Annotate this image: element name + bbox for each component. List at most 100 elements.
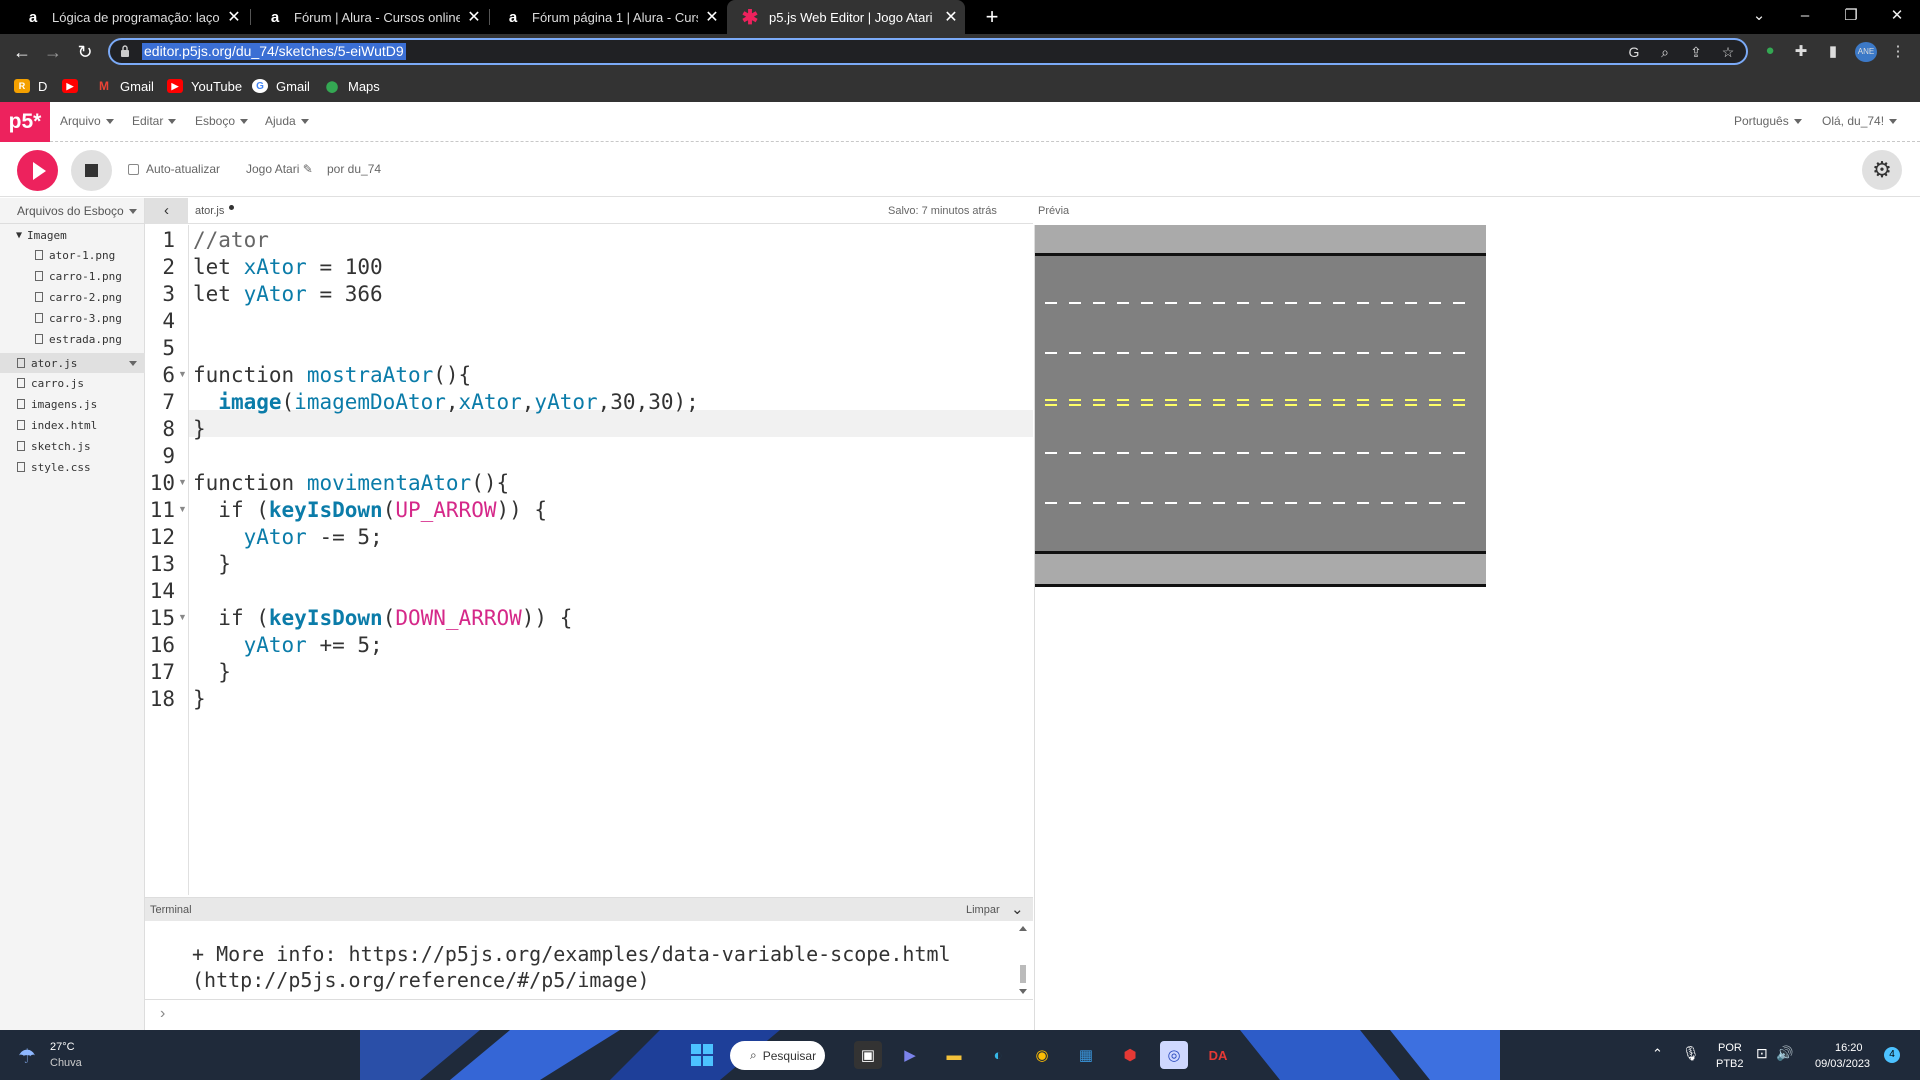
stop-button[interactable] bbox=[71, 150, 112, 191]
code-line[interactable]: } bbox=[193, 417, 206, 444]
chevron-down-icon[interactable]: ⌄ bbox=[1011, 900, 1024, 918]
bookmark-star-icon[interactable]: ☆ bbox=[1718, 44, 1738, 62]
fold-arrow-icon[interactable]: ▼ bbox=[178, 369, 187, 379]
chevron-down-icon[interactable] bbox=[128, 209, 137, 215]
close-window-button[interactable]: ✕ bbox=[1874, 0, 1920, 34]
p5-logo[interactable]: p5* bbox=[0, 102, 50, 142]
terminal-scrollbar[interactable] bbox=[1016, 921, 1030, 999]
taskbar-search[interactable]: ⌕ Pesquisar bbox=[730, 1041, 825, 1070]
bookmark-item[interactable]: ▶ bbox=[62, 76, 86, 96]
play-button[interactable] bbox=[17, 150, 58, 191]
bookmark-item[interactable]: G Gmail bbox=[252, 76, 310, 96]
restore-button[interactable]: ❐ bbox=[1828, 0, 1874, 34]
new-tab-button[interactable]: + bbox=[978, 3, 1006, 31]
active-app-icon[interactable]: ◎ bbox=[1160, 1041, 1188, 1069]
user-menu[interactable]: Olá, du_74! bbox=[1822, 114, 1898, 128]
close-tab-icon[interactable]: ✕ bbox=[937, 7, 965, 27]
bookmark-item[interactable]: M Gmail bbox=[96, 76, 154, 96]
file-item[interactable]: estrada.png bbox=[35, 330, 122, 348]
bookmark-item[interactable]: ⬤ Maps bbox=[324, 76, 380, 96]
browser-tab[interactable]: a Fórum | Alura - Cursos online de ✕ bbox=[252, 0, 488, 34]
file-item-selected[interactable]: ator.js bbox=[17, 354, 137, 372]
browser-tab[interactable]: a Lógica de programação: laços e l ✕ bbox=[10, 0, 248, 34]
file-explorer-icon[interactable]: ▬ bbox=[940, 1041, 968, 1069]
clock-time[interactable]: 16:20 bbox=[1835, 1042, 1863, 1054]
fold-arrow-icon[interactable]: ▼ bbox=[178, 504, 187, 514]
code-line[interactable]: function mostraAtor(){ bbox=[193, 363, 471, 390]
file-item[interactable]: carro-1.png bbox=[35, 267, 122, 285]
close-tab-icon[interactable]: ✕ bbox=[698, 7, 726, 27]
browser-tab-active[interactable]: ✱ p5.js Web Editor | Jogo Atari ✕ bbox=[727, 0, 965, 34]
console-input[interactable]: › bbox=[145, 999, 1033, 1030]
bookmark-item[interactable]: R D bbox=[14, 76, 47, 96]
folder-open-triangle-icon[interactable]: ▼ bbox=[16, 230, 22, 241]
file-item[interactable]: carro.js bbox=[17, 374, 84, 392]
file-item[interactable]: index.html bbox=[17, 416, 97, 434]
code-line[interactable]: if (keyIsDown(UP_ARROW)) { bbox=[193, 498, 547, 525]
code-line[interactable]: } bbox=[193, 687, 206, 714]
weather-temp[interactable]: 27°C bbox=[50, 1041, 75, 1053]
reload-button[interactable]: ↻ bbox=[70, 37, 100, 67]
browser-menu-icon[interactable]: ⋮ bbox=[1888, 42, 1908, 62]
forward-button[interactable]: → bbox=[38, 37, 68, 67]
input-language-top[interactable]: POR bbox=[1718, 1042, 1742, 1054]
task-view-icon[interactable]: ▣ bbox=[854, 1041, 882, 1069]
terminal-clear-button[interactable]: Limpar bbox=[966, 904, 1000, 916]
settings-gear-icon[interactable]: ⚙ bbox=[1862, 150, 1902, 190]
extensions-puzzle-icon[interactable]: ✚ bbox=[1791, 42, 1811, 62]
auto-refresh-checkbox[interactable] bbox=[128, 164, 139, 175]
language-selector[interactable]: Português bbox=[1734, 114, 1802, 128]
share-icon[interactable]: ⇪ bbox=[1686, 44, 1706, 62]
minimize-button[interactable]: – bbox=[1782, 0, 1828, 34]
browser-tab[interactable]: a Fórum página 1 | Alura - Cursos o ✕ bbox=[490, 0, 726, 34]
chrome-icon[interactable]: ◉ bbox=[1028, 1041, 1056, 1069]
file-item[interactable]: style.css bbox=[17, 458, 91, 476]
folder-imagem[interactable]: ▼ Imagem bbox=[16, 226, 67, 244]
code-line[interactable]: yAtor += 5; bbox=[193, 633, 383, 660]
code-editor[interactable]: //ator let xAtor = 100 let yAtor = 366 func… bbox=[189, 225, 1033, 895]
url-text[interactable]: editor.p5js.org/du_74/sketches/5-eiWutD9 bbox=[142, 43, 406, 60]
fold-arrow-icon[interactable]: ▼ bbox=[178, 612, 187, 622]
teams-icon[interactable]: ▶ bbox=[896, 1041, 924, 1069]
back-button[interactable]: ← bbox=[7, 37, 37, 67]
side-panel-icon[interactable]: ▮ bbox=[1823, 42, 1843, 62]
app-icon[interactable]: DA bbox=[1204, 1041, 1232, 1069]
input-language-bottom[interactable]: PTB2 bbox=[1716, 1058, 1744, 1070]
code-line[interactable]: let xAtor = 100 bbox=[193, 255, 383, 282]
weather-desc[interactable]: Chuva bbox=[50, 1057, 82, 1069]
menu-esboco[interactable]: Esboço bbox=[195, 114, 249, 128]
sidebar-header[interactable]: Arquivos do Esboço bbox=[0, 198, 145, 224]
file-item[interactable]: sketch.js bbox=[17, 437, 91, 455]
file-item[interactable]: carro-2.png bbox=[35, 288, 122, 306]
lock-icon[interactable] bbox=[120, 45, 130, 57]
address-bar[interactable]: editor.p5js.org/du_74/sketches/5-eiWutD9… bbox=[108, 38, 1748, 65]
fold-arrow-icon[interactable]: ▼ bbox=[178, 477, 187, 487]
google-lens-icon[interactable]: G bbox=[1624, 44, 1644, 62]
pencil-icon[interactable]: ✎ bbox=[303, 162, 313, 176]
microphone-icon[interactable]: 🎙 bbox=[1682, 1045, 1700, 1062]
code-line[interactable]: if (keyIsDown(DOWN_ARROW)) { bbox=[193, 606, 572, 633]
code-line[interactable]: image(imagemDoAtor,xAtor,yAtor,30,30); bbox=[193, 390, 699, 417]
file-options-chevron-icon[interactable] bbox=[129, 360, 137, 366]
sketch-name[interactable]: Jogo Atari ✎ bbox=[246, 162, 313, 176]
code-line[interactable]: //ator bbox=[193, 228, 269, 255]
clock-date[interactable]: 09/03/2023 bbox=[1815, 1058, 1870, 1070]
close-tab-icon[interactable]: ✕ bbox=[220, 7, 248, 27]
bookmark-item[interactable]: ▶ YouTube bbox=[167, 76, 242, 96]
code-line[interactable]: function movimentaAtor(){ bbox=[193, 471, 509, 498]
volume-icon[interactable]: 🔊 bbox=[1776, 1045, 1793, 1062]
file-item[interactable]: imagens.js bbox=[17, 395, 97, 413]
code-line[interactable]: } bbox=[193, 552, 231, 579]
file-item[interactable]: carro-3.png bbox=[35, 309, 122, 327]
menu-arquivo[interactable]: Arquivo bbox=[60, 114, 114, 128]
file-item[interactable]: ator-1.png bbox=[35, 246, 115, 264]
code-line[interactable]: yAtor -= 5; bbox=[193, 525, 383, 552]
edge-icon[interactable]: ◐ bbox=[984, 1041, 1012, 1069]
notification-badge[interactable]: 4 bbox=[1884, 1047, 1900, 1063]
network-icon[interactable]: ⊡ bbox=[1756, 1045, 1768, 1062]
app-icon[interactable]: ⬢ bbox=[1116, 1041, 1144, 1069]
windows-start-icon[interactable] bbox=[688, 1041, 716, 1069]
store-icon[interactable]: ▦ bbox=[1072, 1041, 1100, 1069]
code-line[interactable]: } bbox=[193, 660, 231, 687]
weather-icon[interactable]: ☂ bbox=[18, 1044, 36, 1069]
